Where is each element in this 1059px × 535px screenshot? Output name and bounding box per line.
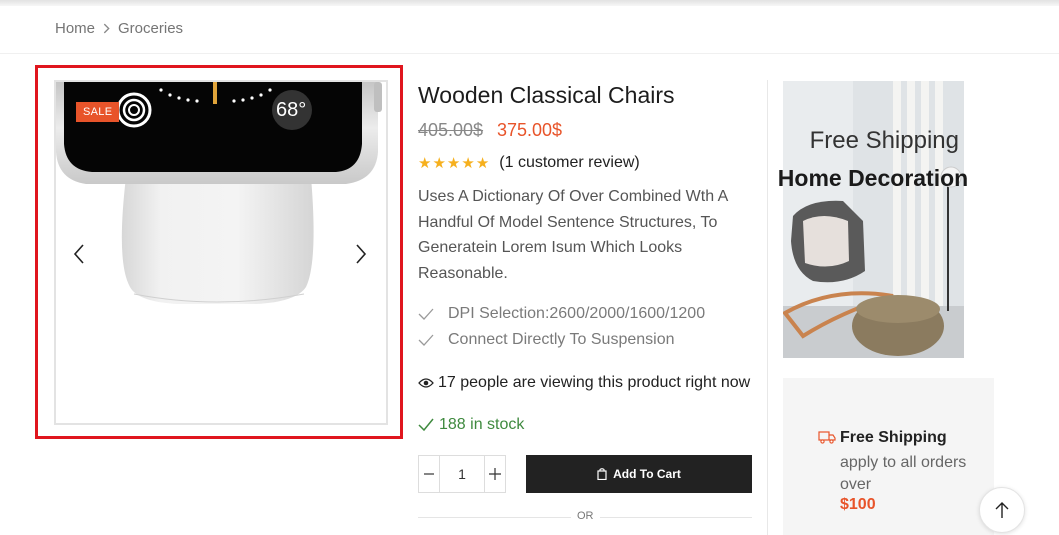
chevron-right-icon[interactable] bbox=[348, 242, 372, 266]
stock-text: 188 in stock bbox=[439, 416, 525, 433]
breadcrumb-home-link[interactable]: Home bbox=[55, 20, 95, 37]
arrow-up-icon bbox=[995, 502, 1009, 518]
chevron-right-icon bbox=[103, 23, 110, 34]
shipping-text: apply to all orders over bbox=[840, 454, 967, 493]
chevron-left-icon[interactable] bbox=[68, 242, 92, 266]
check-icon bbox=[418, 308, 434, 320]
price-new: 375.00$ bbox=[497, 120, 563, 140]
star-icon: ★ bbox=[432, 154, 446, 172]
truck-icon bbox=[818, 431, 836, 444]
column-divider bbox=[767, 80, 768, 535]
quantity-increase-button[interactable] bbox=[484, 456, 505, 492]
feature-text: Connect Directly To Suspension bbox=[448, 331, 675, 348]
quantity-decrease-button[interactable] bbox=[419, 456, 440, 492]
feature-text: DPI Selection:2600/2000/1600/1200 bbox=[448, 305, 706, 322]
minus-icon bbox=[424, 473, 434, 475]
watch-temperature-text: 68° bbox=[276, 99, 307, 121]
banner-image bbox=[783, 81, 964, 358]
breadcrumb-current: Groceries bbox=[118, 20, 184, 37]
product-description: Uses A Dictionary Of Over Combined Wth A… bbox=[418, 188, 728, 282]
stock-status: 188 in stock bbox=[418, 416, 524, 434]
star-icon: ★ bbox=[461, 154, 475, 172]
quantity-input[interactable] bbox=[440, 456, 484, 492]
add-to-cart-label: Add To Cart bbox=[613, 467, 681, 481]
or-divider-text: OR bbox=[571, 510, 600, 522]
eye-icon bbox=[418, 378, 434, 388]
viewers-text: 17 people are viewing this product right… bbox=[438, 374, 751, 391]
feature-item: DPI Selection:2600/2000/1600/1200 bbox=[418, 305, 705, 323]
promo-banner[interactable] bbox=[783, 81, 964, 358]
check-icon bbox=[418, 418, 434, 432]
add-to-cart-button[interactable]: Add To Cart bbox=[526, 455, 752, 493]
product-image bbox=[56, 82, 382, 304]
price-old: 405.00$ bbox=[418, 120, 484, 140]
banner-title: Home Decoration bbox=[777, 165, 969, 191]
star-icon: ★ bbox=[418, 154, 432, 172]
shopping-bag-icon bbox=[597, 468, 607, 480]
check-icon bbox=[418, 334, 434, 346]
quantity-stepper bbox=[418, 455, 506, 493]
product-title: Wooden Classical Chairs bbox=[418, 82, 675, 108]
breadcrumb: Home Groceries bbox=[55, 20, 183, 37]
shipping-amount: $100 bbox=[840, 496, 876, 513]
product-rating: ★ ★ ★ ★ ★ (1 customer review) bbox=[418, 154, 640, 172]
review-count-link[interactable]: (1 customer review) bbox=[499, 154, 639, 172]
star-icon: ★ bbox=[475, 154, 490, 172]
sale-badge: SALE bbox=[76, 102, 120, 122]
banner-subtitle: Free Shipping bbox=[809, 127, 959, 154]
star-icon: ★ bbox=[446, 154, 461, 172]
shipping-title: Free Shipping bbox=[840, 429, 947, 446]
feature-item: Connect Directly To Suspension bbox=[418, 331, 675, 349]
plus-icon bbox=[489, 468, 501, 480]
viewers-notice: 17 people are viewing this product right… bbox=[418, 374, 750, 392]
product-gallery[interactable]: 68° SALE bbox=[54, 80, 388, 425]
scroll-to-top-button[interactable] bbox=[979, 487, 1025, 533]
